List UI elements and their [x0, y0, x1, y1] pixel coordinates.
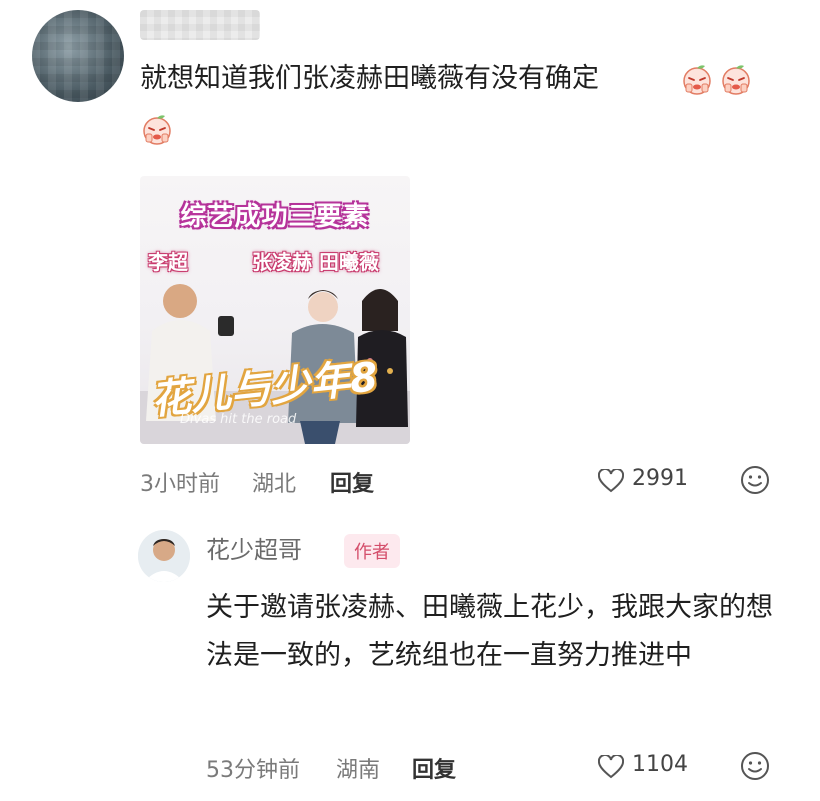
- author-badge: 作者: [344, 534, 400, 568]
- reply-time: 53分钟前: [206, 758, 300, 783]
- reply-button[interactable]: 回复: [330, 466, 374, 498]
- reply-location: 湖南: [336, 758, 381, 783]
- author-username[interactable]: 花少超哥: [206, 530, 302, 565]
- comment-time: 3小时前: [140, 472, 220, 497]
- heart-icon[interactable]: [598, 469, 624, 493]
- username-blurred[interactable]: [140, 10, 260, 40]
- like-count: 1104: [632, 752, 688, 777]
- reply-button[interactable]: 回复: [412, 752, 456, 784]
- comment-text: 就想知道我们张凌赫田曦薇有没有确定: [140, 63, 599, 94]
- emoji-group: [140, 112, 174, 146]
- peach-face-icon: [722, 65, 750, 95]
- reply-text: 关于邀请张凌赫、田曦薇上花少，我跟大家的想法是一致的，艺统组也在一直努力推进中: [206, 592, 773, 671]
- emoji-reaction-icon[interactable]: [740, 465, 770, 495]
- peach-face-icon: [683, 65, 711, 95]
- peach-face-icon: [143, 115, 171, 145]
- emoji-reaction-icon[interactable]: [740, 751, 770, 781]
- avatar[interactable]: [32, 10, 124, 102]
- show-subtitle: Divas hit the road: [180, 412, 297, 427]
- post-image[interactable]: 综艺成功三要素 李超 张凌赫 田曦薇 花儿与少年8 Divas hit the …: [140, 176, 410, 444]
- like-count: 2991: [632, 466, 688, 491]
- comment-location: 湖北: [252, 472, 297, 497]
- image-title: 综艺成功三要素: [180, 202, 370, 232]
- author-avatar[interactable]: [138, 530, 190, 582]
- emoji-group: [680, 62, 753, 96]
- person-avatar-icon: [138, 530, 190, 582]
- heart-icon[interactable]: [598, 755, 624, 779]
